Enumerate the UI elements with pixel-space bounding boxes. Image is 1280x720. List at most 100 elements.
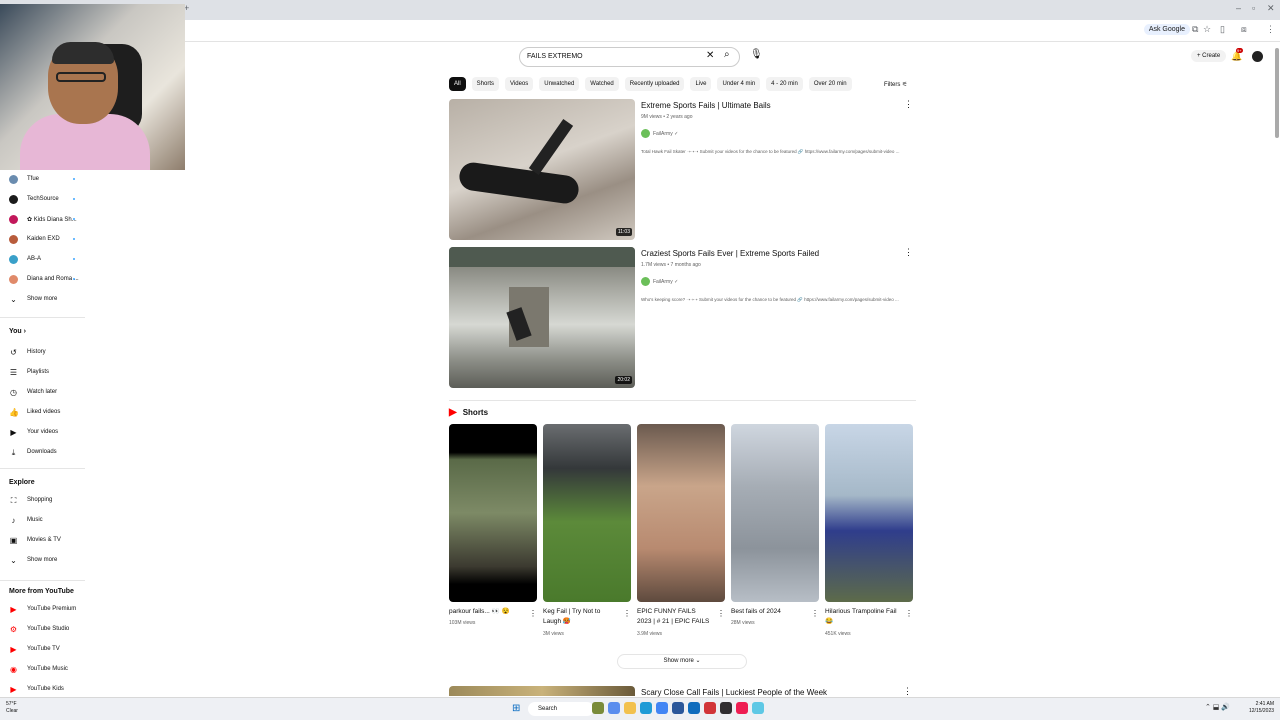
more-options-icon[interactable]: ⋮ [529,609,537,618]
video-result[interactable]: 20:02 Craziest Sports Fails Ever | Extre… [449,247,919,388]
sidebar-item[interactable]: ⤓ Downloads [9,445,85,459]
subscriptions-show-more[interactable]: ⌄ Show more [9,292,85,306]
video-result[interactable]: 11:03 Extreme Sports Fails | Ultimate Ba… [449,99,919,240]
tiktok-app-icon[interactable] [736,702,748,714]
search-icon[interactable]: ⌕ [724,49,730,60]
short-title[interactable]: Hilarious Trampoline Fail 😂 [825,607,899,627]
page-scrollbar[interactable] [1275,48,1279,138]
taskbar-clock[interactable]: 2:41 AM 12/15/2023 [1249,701,1274,715]
short-thumbnail[interactable] [825,424,913,602]
store-app-icon[interactable] [672,702,684,714]
sidebar-item[interactable]: ◷ Watch later [9,385,85,399]
sidebar-item[interactable]: ▶ YouTube TV [9,642,85,656]
more-options-icon[interactable]: ⋮ [905,609,913,618]
subscription-item[interactable]: Kaiden EXD [9,232,79,246]
video-thumbnail[interactable]: 11:03 [449,99,635,240]
notifications-bell-icon[interactable]: 🔔 9+ [1231,48,1243,62]
mail-app-icon[interactable] [688,702,700,714]
subscription-item[interactable]: AB-A [9,252,79,266]
more-options-icon[interactable]: ⋮ [904,247,913,258]
filter-chip[interactable]: 4 - 20 min [766,77,803,91]
filter-chip[interactable]: Over 20 min [808,77,852,91]
filter-chips: All Shorts Videos Unwatched Watched Recently … [449,77,852,91]
sidebar-item[interactable]: ▶ YouTube Premium [9,602,85,616]
subscription-item[interactable]: ✿ Kids Diana Sh... [9,212,79,226]
more-options-icon[interactable]: ⋮ [903,686,912,697]
filter-chip[interactable]: Live [690,77,712,91]
clear-search-icon[interactable]: ✕ [706,50,714,61]
filter-chip[interactable]: Unwatched [539,77,580,91]
sidebar-item[interactable]: ⛶ Shopping [9,493,85,507]
video-channel[interactable]: FailArmy ✓ [641,277,678,286]
edge-browser-icon[interactable] [640,702,652,714]
filter-chip[interactable]: Watched [585,77,619,91]
sidepanel-icon[interactable]: ▯ [1220,24,1225,35]
subscription-item[interactable]: Tfue [9,172,79,186]
filter-chip[interactable]: All [449,77,466,91]
notes-app-icon[interactable] [752,702,764,714]
close-window-button[interactable]: ✕ [1267,3,1275,14]
channel-avatar [9,194,18,204]
video-thumbnail[interactable] [449,686,635,696]
mic-icon[interactable]: 🎙 [750,49,763,60]
widget-app-icon[interactable] [592,702,604,714]
video-title[interactable]: Craziest Sports Fails Ever | Extreme Spo… [641,249,819,258]
short-title[interactable]: parkour fails... 👀 😵 [449,607,523,617]
maximize-button[interactable]: ▫ [1252,3,1255,13]
sidebar-item[interactable]: ▶ Your videos [9,425,85,439]
extensions-icon[interactable]: ⧈ [1241,24,1247,35]
sidebar-item[interactable]: ⚙ YouTube Studio [9,622,85,636]
filter-chip[interactable]: Shorts [471,77,500,91]
cast-icon[interactable]: ⧉ [1192,24,1198,35]
more-options-icon[interactable]: ⋮ [811,609,819,618]
video-title[interactable]: Scary Close Call Fails | Luckiest People… [641,688,827,697]
more-options-icon[interactable]: ⋮ [717,609,725,618]
filter-chip[interactable]: Videos [505,77,534,91]
video-channel[interactable]: FailArmy ✓ [641,129,678,138]
account-avatar[interactable] [1252,51,1263,62]
short-thumbnail[interactable] [449,424,537,602]
windows-start-icon[interactable]: ⊞ [512,703,520,714]
sidebar-item[interactable]: ↺ History [9,345,85,359]
video-thumbnail[interactable]: 20:02 [449,247,635,388]
shorts-show-more-button[interactable]: Show more ⌄ [617,654,747,669]
browser-menu-icon[interactable]: ⋮ [1266,24,1275,35]
short-title[interactable]: Keg Fail | Try Not to Laugh 🥵 [543,607,617,627]
filters-button[interactable]: Filters ⚟ [884,81,907,88]
taskbar-search-input[interactable]: Search [528,702,594,716]
minimize-button[interactable]: – [1236,3,1241,13]
subscription-item[interactable]: TechSource [9,192,79,206]
chrome-browser-icon[interactable] [656,702,668,714]
ask-google-button[interactable]: Ask Google [1143,24,1190,35]
media-app-icon[interactable] [704,702,716,714]
sidebar-you-title[interactable]: You › [9,328,26,335]
short-thumbnail[interactable] [543,424,631,602]
short-thumbnail[interactable] [731,424,819,602]
clock-date: 12/15/2023 [1249,708,1275,714]
short-title[interactable]: Best fails of 2024 [731,607,805,617]
sidebar-item[interactable]: ◉ YouTube Music [9,662,85,676]
short-views: 3M views [543,631,564,637]
channel-avatar [641,277,650,286]
file-explorer-icon[interactable] [624,702,636,714]
system-tray-icons[interactable]: ⌃ ⬓ 🔊 [1205,703,1230,711]
sidebar-item[interactable]: ♪ Music [9,513,85,527]
sidebar-item[interactable]: ▣ Movies & TV [9,533,85,547]
bookmark-star-icon[interactable]: ☆ [1203,24,1211,35]
filter-chip[interactable]: Under 4 min [717,77,761,91]
copilot-app-icon[interactable] [608,702,620,714]
more-options-icon[interactable]: ⋮ [904,99,913,110]
more-options-icon[interactable]: ⋮ [623,609,631,618]
short-thumbnail[interactable] [637,424,725,602]
video-title[interactable]: Extreme Sports Fails | Ultimate Bails [641,101,771,110]
weather-widget[interactable]: 57°F Clear [6,701,18,715]
sidebar-item[interactable]: ⌄ Show more [9,553,85,567]
sidebar-item[interactable]: ▶ YouTube Kids [9,682,85,696]
short-title[interactable]: EPIC FUNNY FAILS 2023 | # 21 | EPIC FAIL… [637,607,711,629]
sidebar-item[interactable]: 👍 Liked videos [9,405,85,419]
create-button[interactable]: + Create [1191,50,1227,62]
obs-app-icon[interactable] [720,702,732,714]
subscription-item[interactable]: Diana and Roma ... [9,272,79,286]
filter-chip[interactable]: Recently uploaded [624,77,685,91]
sidebar-item[interactable]: ☰ Playlists [9,365,85,379]
